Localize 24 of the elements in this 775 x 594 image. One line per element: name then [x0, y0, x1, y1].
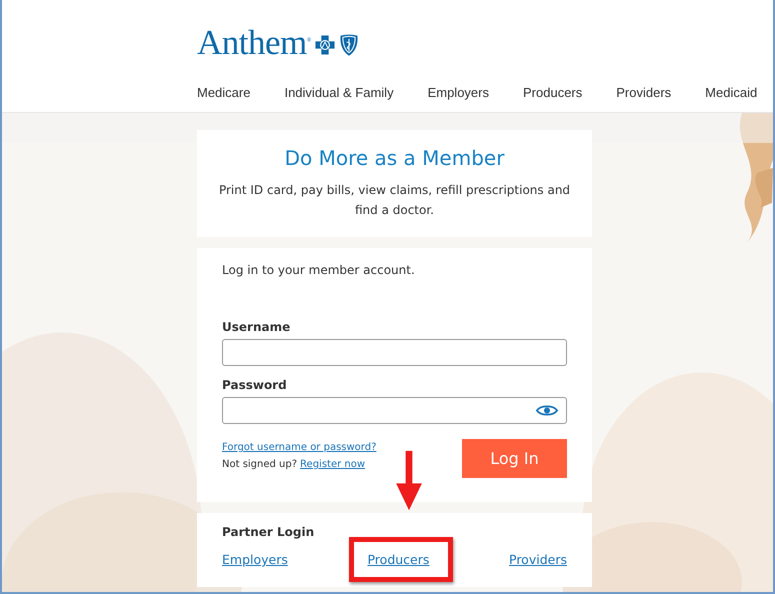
- nav-link[interactable]: Individual & Family: [284, 85, 394, 100]
- register-link[interactable]: Register now: [300, 459, 366, 470]
- nav-link[interactable]: Employers: [428, 85, 489, 100]
- forgot-link[interactable]: Forgot username or password?: [222, 442, 376, 453]
- login-intro: Log in to your member account.: [222, 263, 416, 277]
- promo-title: Do More as a Member: [284, 146, 506, 170]
- field-label: Password: [222, 378, 288, 392]
- partner-link[interactable]: Producers: [367, 552, 430, 567]
- shield-icon: [338, 33, 359, 57]
- partner-link[interactable]: Employers: [222, 552, 288, 567]
- nav-link[interactable]: Producers: [523, 85, 582, 100]
- eye-icon[interactable]: [536, 404, 558, 417]
- nav-link[interactable]: Medicare: [197, 85, 250, 100]
- nav-link[interactable]: Providers: [616, 85, 672, 100]
- promo-text: Print ID card, pay bills, view claims, refill prescriptions and find a doctor.: [218, 182, 572, 219]
- password-field[interactable]: [222, 397, 567, 424]
- nav-link[interactable]: Medicaid: [705, 85, 758, 100]
- logo-text[interactable]: Anthem$^{®}$: [197, 25, 311, 60]
- partner-link[interactable]: Providers: [509, 552, 567, 567]
- field-label: Username: [222, 320, 292, 334]
- signup-text: Not signed up?: [222, 459, 298, 470]
- username-field[interactable]: [222, 339, 567, 366]
- cross-icon: [314, 34, 336, 56]
- partner-title: Partner Login: [222, 525, 316, 539]
